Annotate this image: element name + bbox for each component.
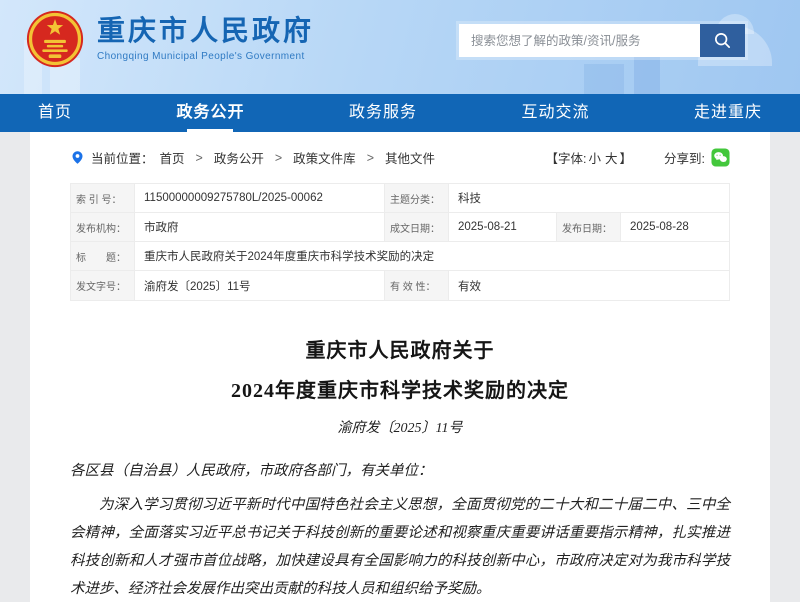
site-title-block: 重庆市人民政府 Chongqing Municipal People's Gov… [97, 17, 314, 62]
index-number-value: 11500000009275780L/2025-00062 [135, 184, 385, 212]
issuing-agency-value: 市政府 [135, 213, 385, 241]
breadcrumb-item-gov-openness[interactable]: 政务公开 [214, 148, 264, 167]
site-header: 重庆市人民政府 Chongqing Municipal People's Gov… [0, 0, 800, 94]
table-row: 发布机构： 市政府 成文日期： 2025-08-21 发布日期： 2025-08… [71, 213, 729, 242]
site-brand[interactable]: 重庆市人民政府 Chongqing Municipal People's Gov… [26, 10, 314, 68]
content-card: 当前位置： 首页 > 政务公开 > 政策文件库 > 其他文件 【字体:小大】 分… [30, 132, 770, 602]
nav-item-gov-openness[interactable]: 政务公开 [176, 94, 244, 132]
document-number: 渝府发〔2025〕11号 [70, 417, 730, 437]
font-size-prefix: 【字体: [545, 152, 586, 166]
title-label: 标 题： [71, 242, 135, 270]
table-row: 标 题： 重庆市人民政府关于2024年度重庆市科学技术奖励的决定 [71, 242, 729, 271]
publish-date-value: 2025-08-28 [621, 213, 729, 241]
nav-item-gov-services[interactable]: 政务服务 [349, 94, 417, 132]
breadcrumb-item-other-documents: 其他文件 [385, 148, 435, 167]
breadcrumb-item-policy-library[interactable]: 政策文件库 [293, 148, 356, 167]
validity-value: 有效 [449, 271, 729, 300]
breadcrumb: 当前位置： 首页 > 政务公开 > 政策文件库 > 其他文件 [70, 148, 435, 167]
doc-number-label: 发文字号： [71, 271, 135, 300]
font-size-suffix: 】 [620, 152, 633, 166]
validity-label: 有 效 性： [385, 271, 449, 300]
page-background: 当前位置： 首页 > 政务公开 > 政策文件库 > 其他文件 【字体:小大】 分… [0, 132, 800, 602]
national-emblem-icon [26, 10, 84, 68]
table-row: 发文字号： 渝府发〔2025〕11号 有 效 性： 有效 [71, 271, 729, 300]
nav-item-interaction[interactable]: 互动交流 [521, 94, 589, 132]
site-title-english: Chongqing Municipal People's Government [97, 51, 314, 62]
nav-item-home[interactable]: 首页 [38, 94, 72, 132]
salutation: 各区县（自治县）人民政府，市政府各部门，有关单位： [70, 457, 730, 485]
font-larger-button[interactable]: 大 [605, 152, 618, 166]
site-title: 重庆市人民政府 [97, 17, 314, 47]
search-input[interactable] [459, 24, 700, 57]
topic-category-value: 科技 [449, 184, 729, 212]
index-number-label: 索 引 号： [71, 184, 135, 212]
written-date-value: 2025-08-21 [449, 213, 557, 241]
breadcrumb-toolbar: 当前位置： 首页 > 政务公开 > 政策文件库 > 其他文件 【字体:小大】 分… [70, 148, 730, 167]
title-value: 重庆市人民政府关于2024年度重庆市科学技术奖励的决定 [135, 242, 729, 270]
search-icon [713, 31, 732, 50]
table-row: 索 引 号： 11500000009275780L/2025-00062 主题分… [71, 184, 729, 213]
location-pin-icon [70, 150, 85, 165]
doc-number-value: 渝府发〔2025〕11号 [135, 271, 385, 300]
share-label: 分享到: [664, 148, 705, 167]
document-body: 各区县（自治县）人民政府，市政府各部门，有关单位： 为深入学习贯彻习近平新时代中… [70, 457, 730, 602]
search-button[interactable] [700, 24, 745, 57]
document-title-line2: 2024年度重庆市科学技术奖励的决定 [70, 371, 730, 411]
site-search [459, 24, 745, 57]
publish-date-label: 发布日期： [557, 213, 621, 241]
document-title: 重庆市人民政府关于 2024年度重庆市科学技术奖励的决定 [70, 331, 730, 411]
breadcrumb-separator: > [275, 151, 282, 165]
page-tools: 【字体:小大】 分享到: [545, 148, 730, 167]
font-smaller-button[interactable]: 小 [588, 152, 601, 166]
skyline-decoration [584, 64, 624, 94]
nav-item-about-chongqing[interactable]: 走进重庆 [694, 94, 762, 132]
breadcrumb-item-home[interactable]: 首页 [160, 148, 185, 167]
document-metadata-table: 索 引 号： 11500000009275780L/2025-00062 主题分… [70, 183, 730, 301]
topic-category-label: 主题分类： [385, 184, 449, 212]
main-nav: 首页 政务公开 政务服务 互动交流 走进重庆 [0, 94, 800, 132]
breadcrumb-prefix: 当前位置： [91, 148, 154, 167]
written-date-label: 成文日期： [385, 213, 449, 241]
body-paragraph: 为深入学习贯彻习近平新时代中国特色社会主义思想，全面贯彻党的二十大和二十届二中、… [70, 491, 730, 602]
document-title-line1: 重庆市人民政府关于 [70, 331, 730, 371]
breadcrumb-separator: > [196, 151, 203, 165]
font-size-control: 【字体:小大】 [545, 148, 632, 167]
issuing-agency-label: 发布机构： [71, 213, 135, 241]
breadcrumb-separator: > [367, 151, 374, 165]
wechat-share-icon[interactable] [711, 148, 730, 167]
